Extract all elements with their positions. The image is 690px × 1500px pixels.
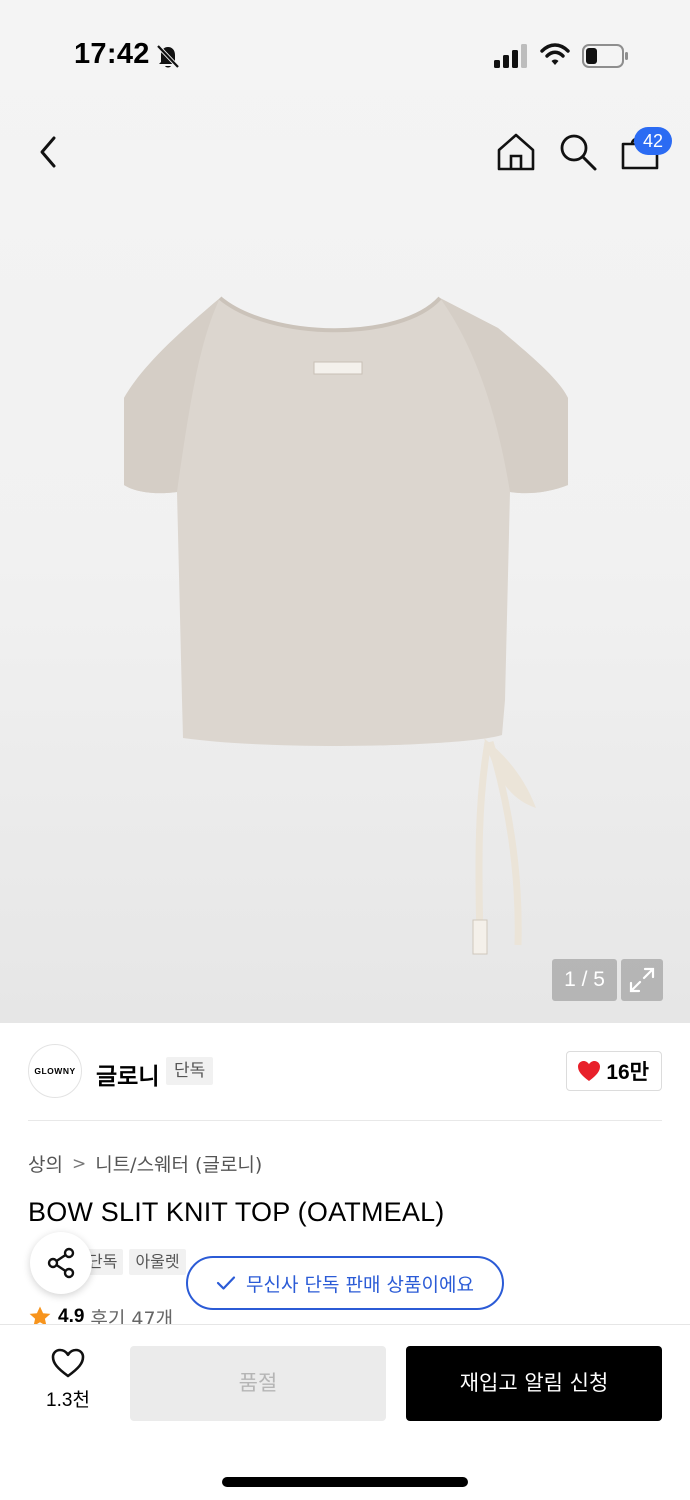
bottom-action-bar: 1.3천 품절 재입고 알림 신청 — [0, 1324, 690, 1500]
product-title: BOW SLIT KNIT TOP (OATMEAL) — [28, 1197, 445, 1227]
restock-alert-button[interactable]: 재입고 알림 신청 — [406, 1346, 662, 1421]
chevron-right-icon: > — [71, 1153, 87, 1174]
cart-count-badge: 42 — [634, 127, 672, 155]
exclusive-sale-text: 무신사 단독 판매 상품이에요 — [246, 1273, 474, 1296]
battery-icon — [582, 44, 628, 68]
exclusive-sale-notice: 무신사 단독 판매 상품이에요 — [186, 1256, 504, 1310]
status-time: 17:42 — [74, 38, 150, 70]
brand-exclusive-tag: 단독 — [166, 1057, 214, 1085]
check-icon — [216, 1276, 236, 1290]
status-bar: 17:42 — [0, 0, 690, 110]
breadcrumb: 상의 > 니트/스웨터 (글로니) — [28, 1150, 262, 1177]
home-indicator[interactable] — [222, 1477, 468, 1487]
bell-off-icon — [156, 44, 180, 69]
brand-like-count: 16만 — [606, 1061, 649, 1084]
product-gallery[interactable]: 42 1 / 5 — [0, 0, 690, 1023]
home-icon[interactable] — [494, 130, 538, 174]
tag-outlet: 아울렛 — [129, 1249, 186, 1275]
section-divider — [28, 1120, 662, 1121]
breadcrumb-subcategory[interactable]: 니트/스웨터 (글로니) — [95, 1150, 262, 1177]
breadcrumb-category[interactable]: 상의 — [28, 1150, 63, 1177]
search-icon[interactable] — [556, 130, 600, 174]
brand-like-button[interactable]: 16만 — [566, 1051, 662, 1091]
chevron-left-icon[interactable] — [28, 128, 72, 176]
product-image — [124, 296, 568, 955]
brand-logo[interactable]: GLOWNY — [28, 1044, 82, 1098]
signal-icon — [494, 44, 527, 68]
heart-icon — [51, 1348, 85, 1378]
brand-name[interactable]: 글로니 — [96, 1057, 159, 1091]
gallery-page-indicator: 1 / 5 — [552, 959, 617, 1001]
wishlist-button[interactable]: 1.3천 — [28, 1347, 108, 1421]
brand-row: GLOWNY 글로니 단독 16만 — [28, 1044, 662, 1102]
share-button[interactable] — [30, 1232, 92, 1294]
sold-out-button: 품절 — [130, 1346, 386, 1421]
heart-icon — [578, 1061, 601, 1081]
share-icon — [47, 1247, 75, 1279]
expand-icon[interactable] — [621, 959, 663, 1001]
product-tags: 단독 아울렛 — [82, 1249, 186, 1275]
wishlist-count: 1.3천 — [46, 1390, 90, 1411]
wifi-icon — [540, 43, 570, 65]
